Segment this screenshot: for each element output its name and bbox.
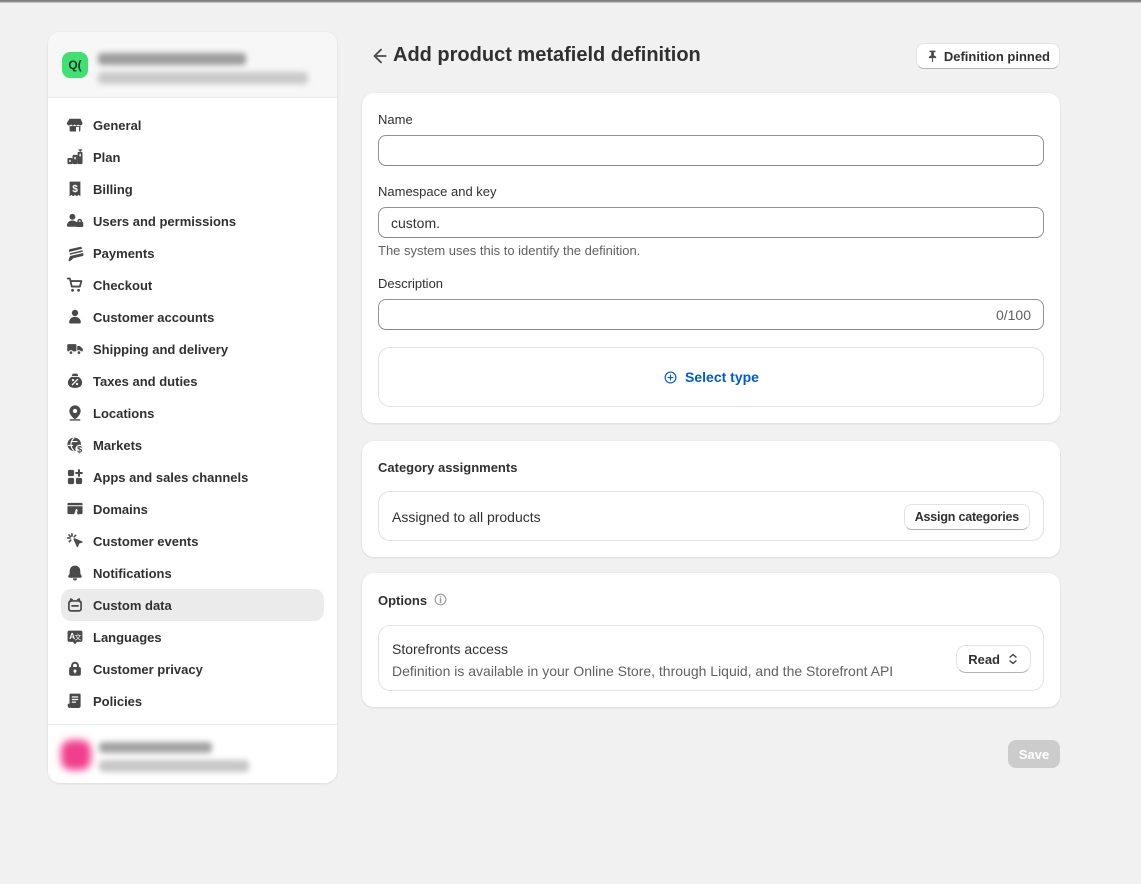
svg-text:$: $	[72, 184, 78, 195]
svg-text:$: $	[77, 444, 82, 454]
svg-text:文: 文	[74, 633, 81, 642]
